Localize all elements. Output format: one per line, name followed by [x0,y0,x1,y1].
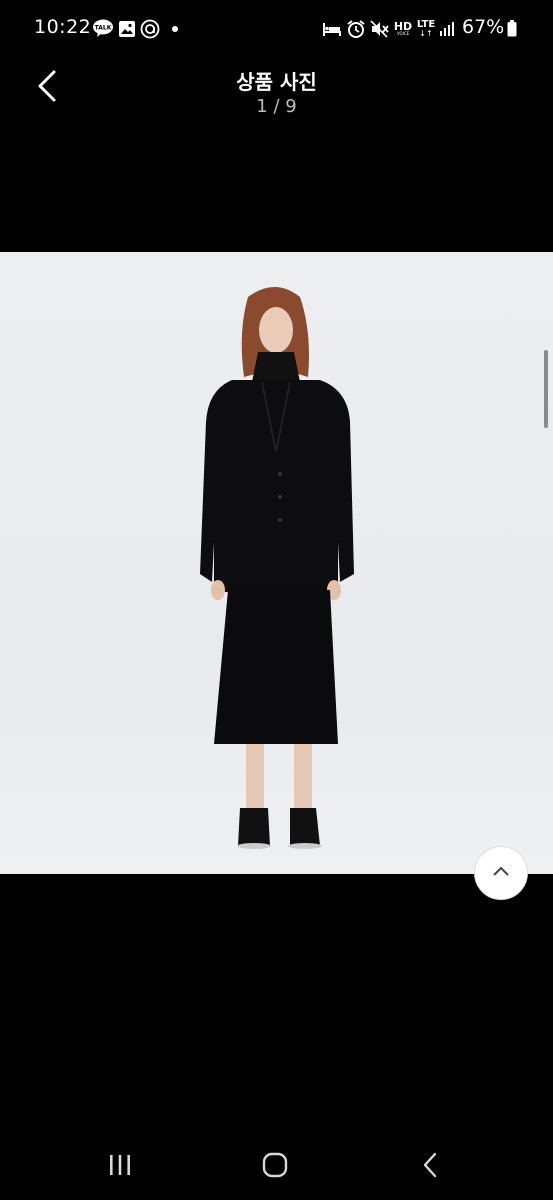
dot-icon [170,19,180,38]
chevron-up-icon [493,866,509,876]
status-bar: 10:22 TALK HD VOICE LTE ↓↑ 67% [0,0,553,58]
hd-voice-icon: HD VOICE [393,19,413,38]
back-arrow-icon [423,1152,437,1178]
recent-apps-button[interactable] [98,1150,142,1180]
home-button[interactable] [253,1150,297,1180]
sleep-icon [322,19,342,38]
alarm-icon [346,19,366,38]
battery-percent: 67% [462,16,505,38]
talk-icon: TALK [92,19,114,38]
hd-sub-label: VOICE [396,31,410,36]
scrollbar-thumb[interactable] [544,350,548,428]
status-time: 10:22 [34,16,92,38]
lte-icon: LTE ↓↑ [416,18,436,38]
recent-apps-icon [110,1155,130,1175]
system-navbar [0,1130,553,1200]
model-illustration [200,287,354,849]
lte-label: LTE [416,18,436,30]
gallery-icon [118,19,136,38]
home-icon [262,1152,288,1178]
at-icon [140,19,160,38]
photo-counter: 1 / 9 [256,96,297,117]
page-title: 상품 사진 [236,70,317,94]
signal-icon [438,19,456,38]
talk-icon-label: TALK [95,25,112,32]
nav-back-button[interactable] [408,1150,452,1180]
mute-icon [370,19,390,38]
scroll-to-top-button[interactable] [474,846,528,900]
header: 상품 사진 1 / 9 [0,58,553,128]
product-photo[interactable] [0,252,553,874]
battery-icon [506,19,518,38]
